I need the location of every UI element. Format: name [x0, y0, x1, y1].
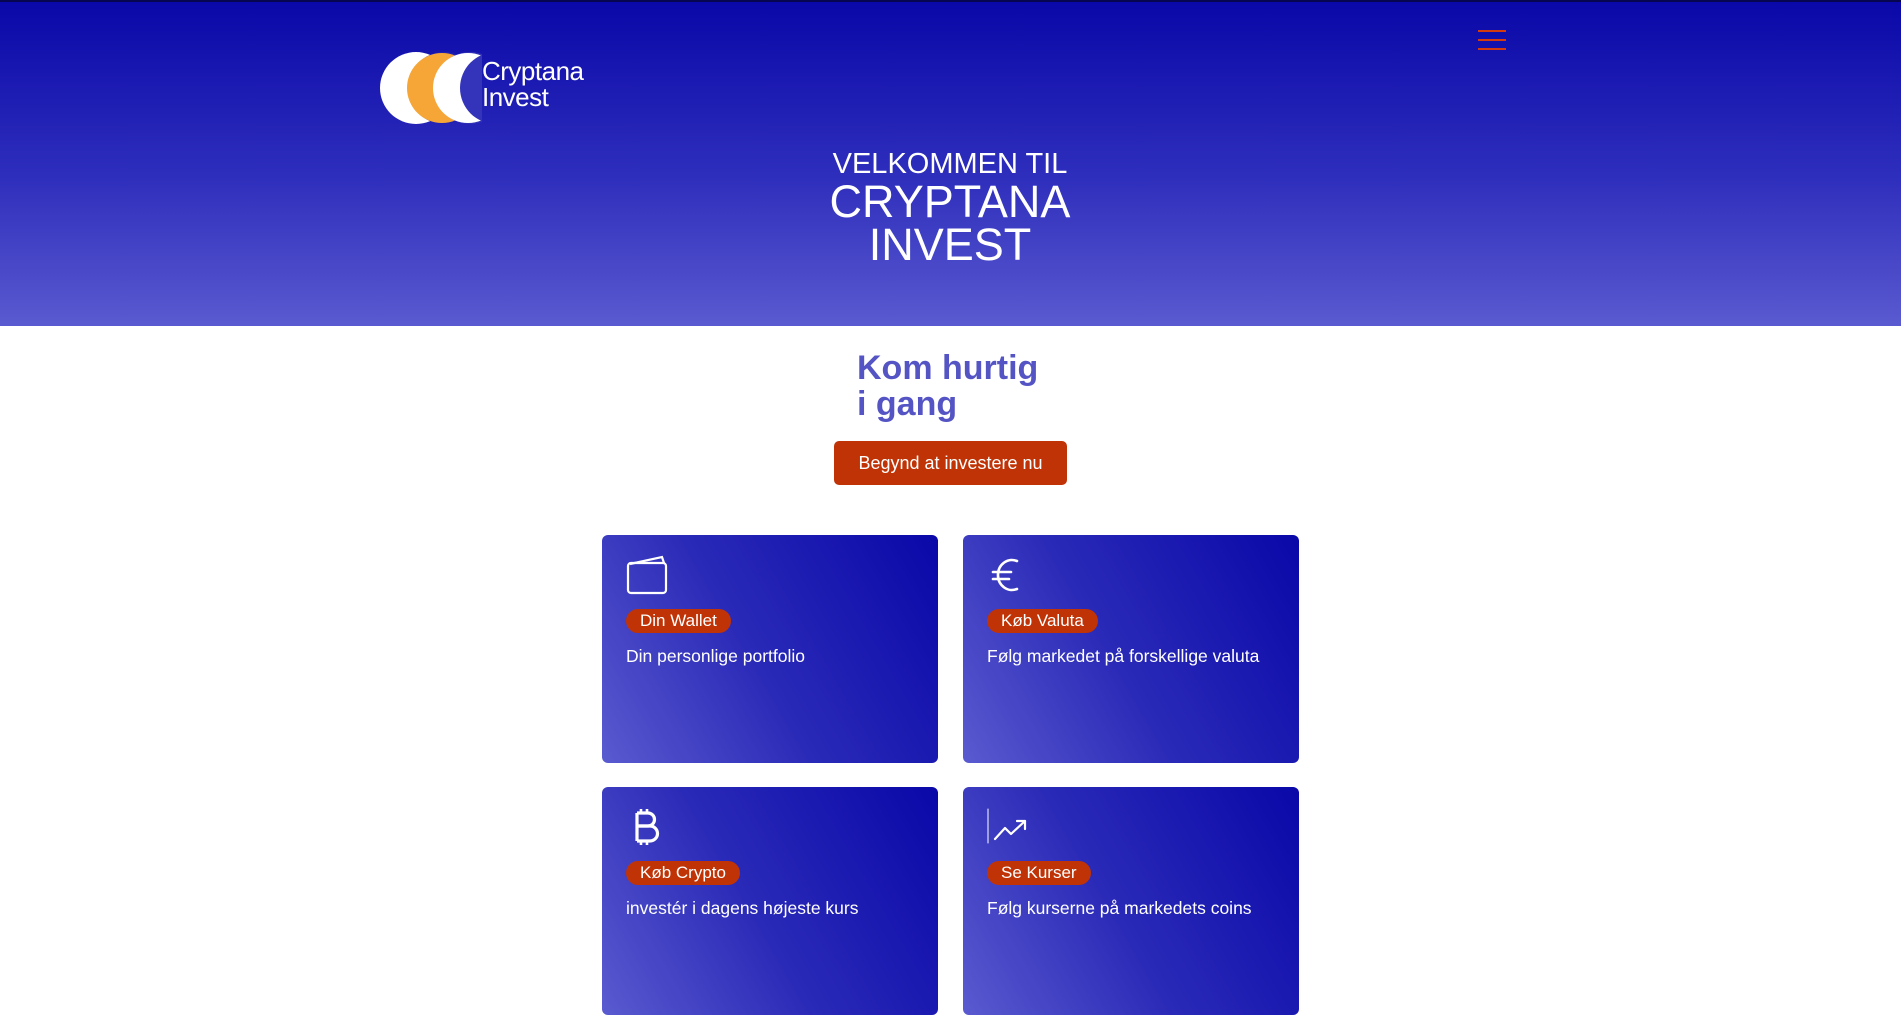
hero-title-line-1: CRYPTANA: [829, 176, 1071, 227]
logo-wordmark: Cryptana Invest: [482, 58, 584, 110]
card-see-rates[interactable]: Se Kurser Følg kurserne på markedets coi…: [963, 787, 1299, 1015]
brand-logo[interactable]: Cryptana Invest: [378, 50, 608, 126]
card-badge: Køb Crypto: [626, 861, 740, 885]
logo-moons-icon: [380, 52, 532, 124]
hero-title: VELKOMMEN TIL CRYPTANA INVEST: [750, 148, 1150, 270]
wallet-icon: [626, 555, 670, 595]
trending-up-icon: [987, 807, 1031, 847]
hamburger-menu-icon[interactable]: [1478, 28, 1506, 52]
card-badge: Din Wallet: [626, 609, 731, 633]
start-investing-button[interactable]: Begynd at investere nu: [834, 441, 1067, 485]
hero-header: Cryptana Invest VELKOMMEN TIL CRYPTANA I…: [0, 0, 1901, 326]
quickstart-heading-line-2: i gang: [857, 385, 958, 423]
logo-line-1: Cryptana: [482, 56, 584, 86]
card-description: Din personlige portfolio: [626, 646, 805, 666]
card-buy-currency[interactable]: Køb Valuta Følg markedet på forskellige …: [963, 535, 1299, 763]
card-description: Følg kurserne på markedets coins: [987, 898, 1252, 918]
card-badge: Se Kurser: [987, 861, 1091, 885]
logo-line-2: Invest: [482, 82, 549, 112]
euro-icon: [987, 555, 1031, 595]
quickstart-heading-line-1: Kom hurtig: [857, 349, 1039, 387]
hero-title-line-2: INVEST: [868, 219, 1032, 270]
card-badge: Køb Valuta: [987, 609, 1098, 633]
card-description: investér i dagens højeste kurs: [626, 898, 859, 918]
card-buy-crypto[interactable]: Køb Crypto investér i dagens højeste kur…: [602, 787, 938, 1015]
bitcoin-icon: [626, 807, 670, 847]
card-description: Følg markedet på forskellige valuta: [987, 646, 1260, 666]
quickstart-heading: Kom hurtig i gang: [857, 350, 1038, 422]
card-wallet[interactable]: Din Wallet Din personlige portfolio: [602, 535, 938, 763]
